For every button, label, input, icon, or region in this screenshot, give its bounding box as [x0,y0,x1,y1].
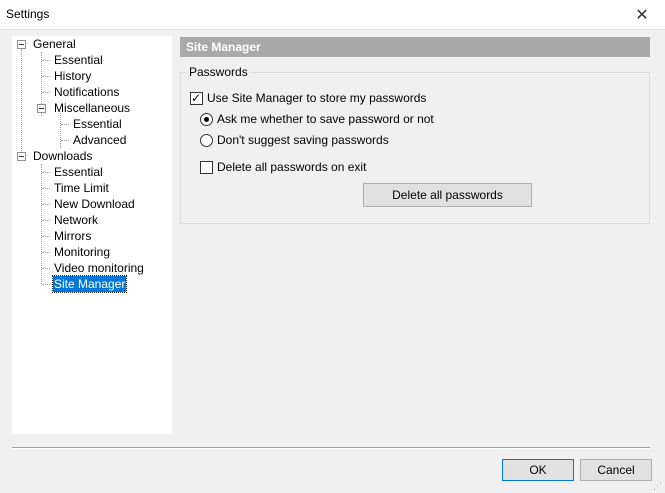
title-bar: Settings ✕ [0,0,665,30]
tree-item-label: Downloads [33,149,93,163]
tree-item-label: Time Limit [54,181,109,195]
tree-item-monitoring[interactable]: Monitoring [12,244,172,260]
tree-item-label: Site Manager [51,275,128,293]
tree-item-time-limit[interactable]: Time Limit [12,180,172,196]
delete-all-passwords-button[interactable]: Delete all passwords [363,183,532,207]
tree-item-label: Advanced [73,133,127,147]
tree-item-general[interactable]: General [12,36,172,52]
tree-item-label: Notifications [54,85,120,99]
tree-item-miscellaneous[interactable]: Miscellaneous [12,100,172,116]
tree-item-video-monitoring[interactable]: Video monitoring [12,260,172,276]
checkbox-label: Delete all passwords on exit [217,160,367,174]
tree-item-misc-essential[interactable]: Essential [12,116,172,132]
tree-item-downloads-essential[interactable]: Essential [12,164,172,180]
tree-item-history[interactable]: History [12,68,172,84]
tree-item-misc-advanced[interactable]: Advanced [12,132,172,148]
checkbox-unchecked-icon[interactable] [200,161,213,174]
tree-item-label: Video monitoring [54,261,144,275]
footer-separator [12,447,650,449]
tree-item-label: Miscellaneous [54,101,131,115]
tree-item-new-download[interactable]: New Download [12,196,172,212]
ok-button[interactable]: OK [502,459,574,481]
tree-item-label: History [54,69,92,83]
resize-grip-icon[interactable]: ⋰ [653,481,663,491]
cancel-button[interactable]: Cancel [580,459,652,481]
dialog-body: General Essential History Notifications … [0,30,665,493]
radio-label: Ask me whether to save password or not [217,112,434,126]
tree-item-label: Essential [73,117,122,131]
window-title: Settings [6,7,50,21]
close-icon[interactable]: ✕ [619,0,665,29]
checkbox-label: Use Site Manager to store my passwords [207,91,427,105]
tree-item-general-essential[interactable]: Essential [12,52,172,68]
tree-item-downloads[interactable]: Downloads [12,148,172,164]
collapse-icon[interactable] [17,40,26,49]
tree-item-mirrors[interactable]: Mirrors [12,228,172,244]
tree-item-label: New Download [54,197,135,211]
tree-item-site-manager[interactable]: Site Manager [12,275,172,293]
tree-item-label: Mirrors [54,229,92,243]
page-title: Site Manager [180,37,650,57]
checkbox-checked-icon[interactable] [190,90,203,106]
tree-item-label: Network [54,213,99,227]
tree-item-label: Essential [54,53,103,67]
tree-item-notifications[interactable]: Notifications [12,84,172,100]
tree-item-label: Monitoring [54,245,111,259]
radio-selected-icon[interactable] [200,113,213,126]
tree-item-label: General [33,37,76,51]
groupbox-title: Passwords [187,65,250,79]
collapse-icon[interactable] [37,104,46,113]
radio-unselected-icon[interactable] [200,134,213,147]
tree-item-label: Essential [54,165,103,179]
radio-label: Don't suggest saving passwords [217,133,389,147]
collapse-icon[interactable] [17,152,26,161]
settings-tree[interactable]: General Essential History Notifications … [12,36,172,434]
tree-item-network[interactable]: Network [12,212,172,228]
